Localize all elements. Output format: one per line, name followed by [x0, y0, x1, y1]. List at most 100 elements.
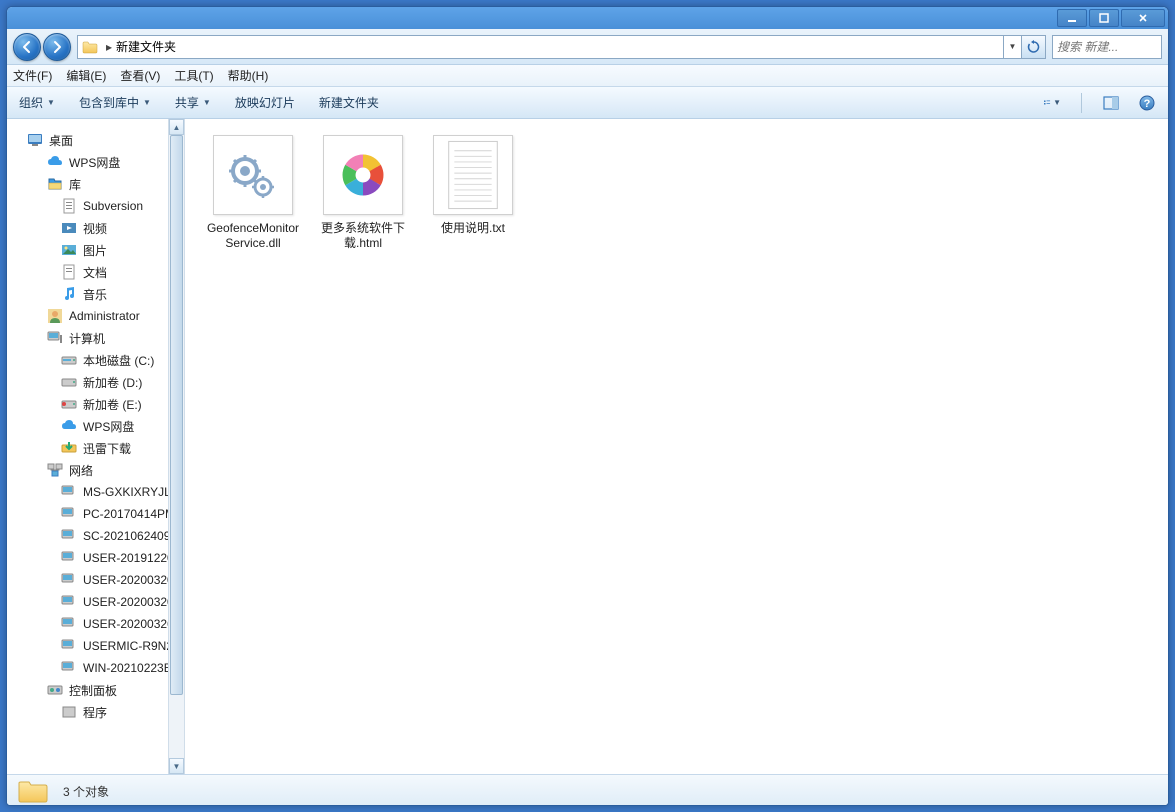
sidebar-computer[interactable]: 计算机 [7, 327, 184, 349]
sidebar-wps2[interactable]: WPS网盘 [7, 415, 184, 437]
sidebar-pc[interactable]: PC-20170414PM [7, 503, 184, 525]
video-icon [61, 220, 77, 236]
sidebar-pc[interactable]: USER-20200320I [7, 591, 184, 613]
search-input[interactable] [1057, 40, 1169, 54]
sidebar-wps[interactable]: WPS网盘 [7, 151, 184, 173]
menu-file[interactable]: 文件(F) [13, 67, 52, 84]
sidebar-pc[interactable]: SC-20210624091 [7, 525, 184, 547]
include-library-button[interactable]: 包含到库中▼ [79, 94, 151, 111]
sidebar-pc[interactable]: USER-20200326Y [7, 613, 184, 635]
breadcrumb-current: 新建文件夹 [116, 38, 176, 55]
sidebar-video[interactable]: 视频 [7, 217, 184, 239]
sidebar-subversion[interactable]: Subversion [7, 195, 184, 217]
pictures-icon [61, 242, 77, 258]
pc-icon [61, 528, 77, 544]
network-icon [47, 462, 63, 478]
programs-icon [61, 704, 77, 720]
sidebar-admin[interactable]: Administrator [7, 305, 184, 327]
preview-pane-button[interactable] [1102, 94, 1120, 112]
folder-icon [17, 778, 49, 804]
view-options-button[interactable]: ▼ [1043, 94, 1061, 112]
menu-view[interactable]: 查看(V) [120, 67, 160, 84]
scroll-down-button[interactable]: ▼ [169, 758, 184, 774]
address-bar[interactable]: ▸ 新建文件夹 [77, 35, 1004, 59]
close-button[interactable] [1121, 9, 1165, 27]
txt-file-icon [433, 135, 513, 215]
scroll-thumb[interactable] [170, 135, 183, 695]
drive-icon [61, 396, 77, 412]
control-panel-icon [47, 682, 63, 698]
sidebar-library[interactable]: 库 [7, 173, 184, 195]
file-pane[interactable]: GeofenceMonitorService.dll 更多系统软件下载.html… [185, 119, 1168, 774]
user-icon [47, 308, 63, 324]
sidebar: 桌面 WPS网盘 库 Subversion 视频 图片 文档 音乐 Admini… [7, 119, 185, 774]
sidebar-pc[interactable]: USERMIC-R9N29 [7, 635, 184, 657]
file-item[interactable]: GeofenceMonitorService.dll [205, 135, 301, 251]
sidebar-network[interactable]: 网络 [7, 459, 184, 481]
pc-icon [61, 638, 77, 654]
breadcrumb-sep: ▸ [106, 40, 112, 54]
menu-help[interactable]: 帮助(H) [228, 67, 269, 84]
sidebar-xunlei[interactable]: 迅雷下载 [7, 437, 184, 459]
computer-icon [47, 330, 63, 346]
titlebar [7, 7, 1168, 29]
folder-icon [82, 40, 98, 54]
sidebar-control-panel[interactable]: 控制面板 [7, 679, 184, 701]
pc-icon [61, 660, 77, 676]
sidebar-music[interactable]: 音乐 [7, 283, 184, 305]
music-icon [61, 286, 77, 302]
pc-icon [61, 616, 77, 632]
sidebar-drive-e[interactable]: 新加卷 (E:) [7, 393, 184, 415]
minimize-button[interactable] [1057, 9, 1087, 27]
forward-button[interactable] [43, 33, 71, 61]
sidebar-pictures[interactable]: 图片 [7, 239, 184, 261]
address-row: ▸ 新建文件夹 ▼ [7, 29, 1168, 65]
html-file-icon [323, 135, 403, 215]
cloud-icon [61, 418, 77, 434]
file-label: 使用说明.txt [441, 221, 505, 236]
sidebar-pc[interactable]: USER-20200320. [7, 569, 184, 591]
status-count: 3 个对象 [63, 783, 109, 800]
pc-icon [61, 594, 77, 610]
address-dropdown[interactable]: ▼ [1004, 35, 1022, 59]
sidebar-pc[interactable]: USER-20191220I [7, 547, 184, 569]
download-icon [61, 440, 77, 456]
file-item[interactable]: 更多系统软件下载.html [315, 135, 411, 251]
sidebar-pc[interactable]: MS-GXKIXRYJLV [7, 481, 184, 503]
svg-text:?: ? [1144, 98, 1151, 110]
scroll-up-button[interactable]: ▲ [169, 119, 184, 135]
search-box[interactable] [1052, 35, 1162, 59]
desktop-icon [27, 132, 43, 148]
vertical-scrollbar[interactable]: ▲ ▼ [168, 119, 184, 774]
help-button[interactable]: ? [1138, 94, 1156, 112]
document-icon [61, 198, 77, 214]
back-button[interactable] [13, 33, 41, 61]
documents-icon [61, 264, 77, 280]
drive-icon [61, 374, 77, 390]
file-label: 更多系统软件下载.html [315, 221, 411, 251]
pc-icon [61, 506, 77, 522]
statusbar: 3 个对象 [7, 774, 1168, 806]
explorer-window: ▸ 新建文件夹 ▼ 文件(F) 编辑(E) 查看(V) 工具(T) 帮助(H) … [6, 6, 1169, 806]
menu-tools[interactable]: 工具(T) [174, 67, 213, 84]
slideshow-button[interactable]: 放映幻灯片 [235, 94, 295, 111]
sidebar-documents[interactable]: 文档 [7, 261, 184, 283]
organize-button[interactable]: 组织▼ [19, 94, 55, 111]
new-folder-button[interactable]: 新建文件夹 [319, 94, 379, 111]
pc-icon [61, 550, 77, 566]
sidebar-programs[interactable]: 程序 [7, 701, 184, 723]
file-item[interactable]: 使用说明.txt [425, 135, 521, 236]
library-icon [47, 176, 63, 192]
sidebar-desktop[interactable]: 桌面 [7, 129, 184, 151]
cloud-icon [47, 154, 63, 170]
refresh-button[interactable] [1022, 35, 1046, 59]
sidebar-drive-d[interactable]: 新加卷 (D:) [7, 371, 184, 393]
drive-icon [61, 352, 77, 368]
sidebar-pc[interactable]: WIN-20210223E [7, 657, 184, 679]
maximize-button[interactable] [1089, 9, 1119, 27]
menu-edit[interactable]: 编辑(E) [66, 67, 106, 84]
share-button[interactable]: 共享▼ [175, 94, 211, 111]
file-label: GeofenceMonitorService.dll [205, 221, 301, 251]
pc-icon [61, 572, 77, 588]
sidebar-drive-c[interactable]: 本地磁盘 (C:) [7, 349, 184, 371]
